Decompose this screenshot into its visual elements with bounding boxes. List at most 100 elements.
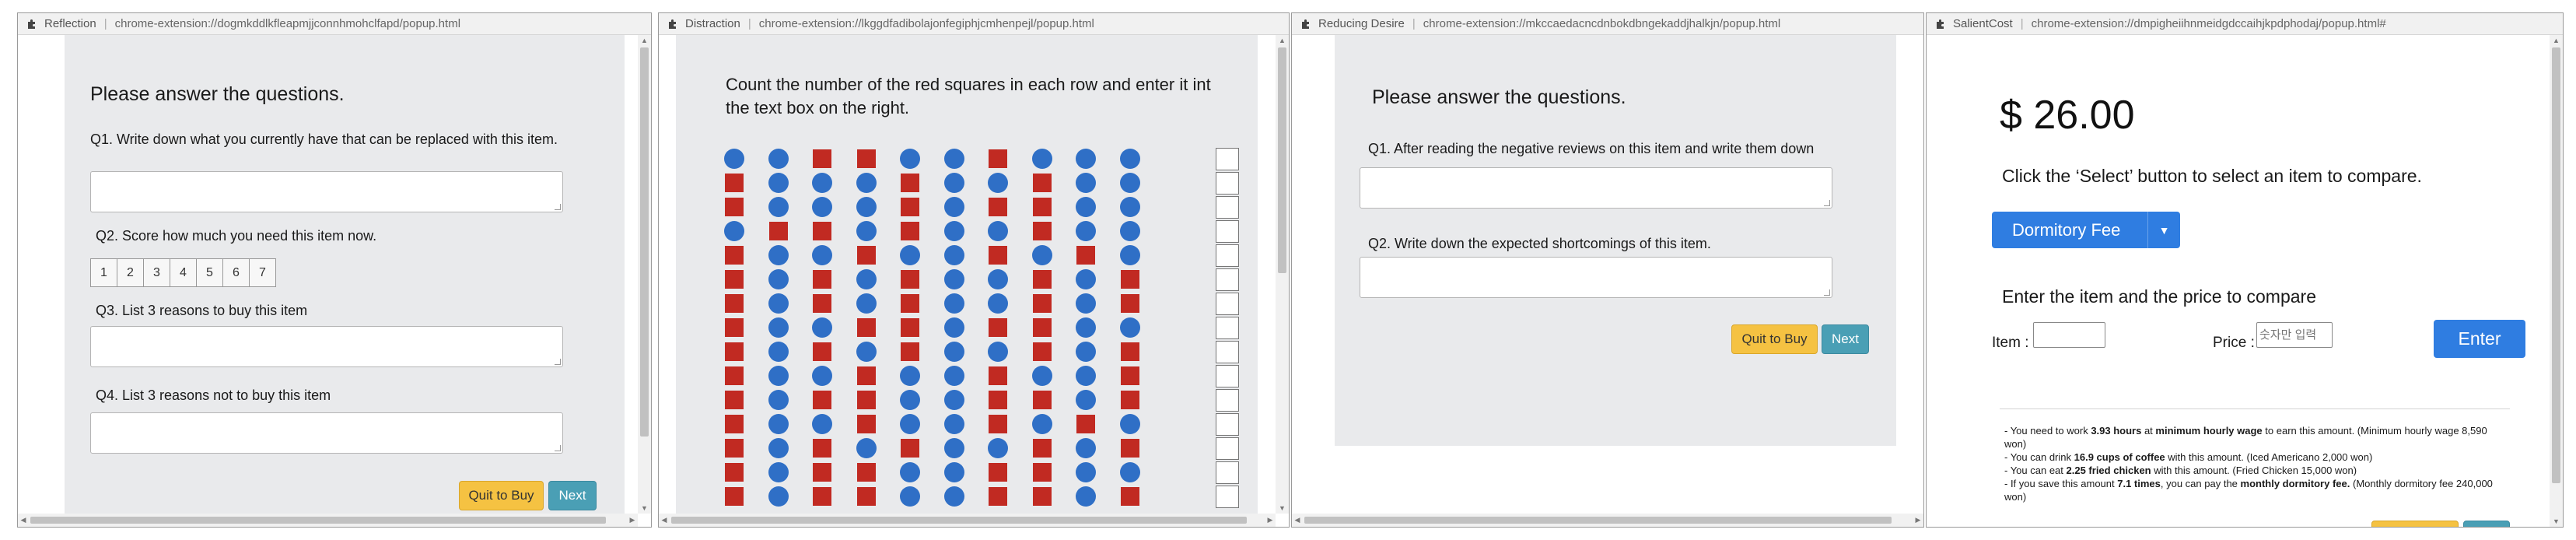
scrollbar-thumb[interactable]: [1278, 47, 1286, 273]
red-square: [725, 294, 744, 313]
blue-circle: [900, 390, 920, 410]
scroll-left-icon[interactable]: ◀: [18, 514, 29, 527]
score-option[interactable]: 1: [90, 258, 117, 287]
blue-circle: [1076, 197, 1096, 217]
scrollbar-thumb[interactable]: [2552, 47, 2560, 483]
row-count-input[interactable]: [1216, 486, 1239, 508]
scroll-right-icon[interactable]: ▶: [627, 514, 638, 527]
row-count-input[interactable]: [1216, 172, 1239, 195]
row-count-input[interactable]: [1216, 317, 1239, 339]
resize-grip[interactable]: [1824, 200, 1830, 206]
red-square: [1120, 366, 1139, 385]
window-url: chrome-extension://dogmkddlkfleapmjjconn…: [114, 17, 461, 30]
scroll-up-icon[interactable]: ▲: [1276, 35, 1289, 46]
row-count-input[interactable]: [1216, 461, 1239, 484]
horizontal-scrollbar[interactable]: ◀ ▶: [18, 514, 638, 527]
vertical-scrollbar[interactable]: ▲ ▼: [638, 35, 651, 514]
scroll-up-icon[interactable]: ▲: [2550, 35, 2563, 46]
red-square: [1032, 198, 1052, 216]
blue-circle: [856, 269, 877, 289]
compare-item-dropdown[interactable]: Dormitory Fee ▼: [1992, 212, 2180, 248]
question-4-input[interactable]: [90, 412, 563, 454]
vertical-scrollbar[interactable]: ▲ ▼: [2550, 35, 2563, 527]
vertical-scrollbar[interactable]: ▲ ▼: [1276, 35, 1289, 514]
score-option[interactable]: 2: [117, 258, 144, 287]
red-square: [813, 222, 831, 240]
resize-grip[interactable]: [1824, 289, 1830, 296]
scroll-right-icon[interactable]: ▶: [1913, 514, 1923, 527]
red-square: [901, 198, 919, 216]
row-count-input[interactable]: [1216, 148, 1239, 170]
row-count-input[interactable]: [1216, 268, 1239, 291]
item-input[interactable]: [2033, 322, 2105, 348]
resize-grip[interactable]: [555, 445, 561, 451]
row-count-input[interactable]: [1216, 437, 1239, 460]
enter-button[interactable]: Enter: [2434, 320, 2525, 358]
quit-to-buy-button[interactable]: Quit to Buy: [1731, 324, 1818, 354]
red-square: [856, 366, 876, 385]
scroll-left-icon[interactable]: ◀: [659, 514, 670, 527]
blue-circle: [812, 414, 832, 434]
next-button[interactable]: Next: [1822, 324, 1869, 354]
blue-circle: [943, 317, 964, 338]
price-input[interactable]: [2256, 322, 2333, 348]
scrollbar-thumb[interactable]: [671, 517, 1247, 524]
blue-circle: [768, 462, 789, 482]
row-count-input[interactable]: [1216, 196, 1239, 219]
red-square: [1120, 391, 1139, 409]
red-square: [813, 342, 831, 361]
score-option[interactable]: 7: [249, 258, 276, 287]
blue-circle: [988, 269, 1008, 289]
scrollbar-thumb[interactable]: [30, 517, 606, 524]
blue-circle: [1076, 269, 1096, 289]
partial-teal-button[interactable]: [2463, 521, 2510, 527]
question-1-input[interactable]: [1360, 167, 1832, 209]
scrollbar-thumb[interactable]: [640, 47, 649, 437]
chevron-down-icon[interactable]: ▼: [2147, 212, 2180, 248]
red-square: [989, 318, 1007, 337]
score-option[interactable]: 4: [170, 258, 197, 287]
next-button[interactable]: Next: [548, 481, 597, 510]
horizontal-scrollbar[interactable]: ◀ ▶: [1292, 514, 1923, 527]
blue-circle: [768, 293, 789, 314]
partial-yellow-button[interactable]: [2371, 521, 2459, 527]
blue-circle: [1076, 462, 1096, 482]
scrollbar-thumb[interactable]: [1304, 517, 1892, 524]
scroll-down-icon[interactable]: ▼: [638, 503, 651, 514]
blue-circle: [812, 197, 832, 217]
blue-circle: [943, 197, 964, 217]
row-count-input[interactable]: [1216, 389, 1239, 412]
blue-circle: [943, 293, 964, 314]
blue-circle: [812, 317, 832, 338]
scroll-down-icon[interactable]: ▼: [2550, 516, 2563, 527]
row-count-input[interactable]: [1216, 413, 1239, 436]
row-count-input[interactable]: [1216, 244, 1239, 267]
scroll-up-icon[interactable]: ▲: [638, 35, 651, 46]
scroll-left-icon[interactable]: ◀: [1292, 514, 1303, 527]
score-option[interactable]: 3: [143, 258, 170, 287]
row-count-input[interactable]: [1216, 293, 1239, 315]
red-square: [1032, 222, 1052, 240]
row-count-input[interactable]: [1216, 220, 1239, 243]
question-2-input[interactable]: [1360, 257, 1832, 298]
quit-to-buy-button[interactable]: Quit to Buy: [459, 481, 544, 510]
blue-circle: [768, 366, 789, 386]
red-square: [813, 270, 831, 289]
horizontal-scrollbar[interactable]: ◀ ▶: [659, 514, 1276, 527]
resize-grip[interactable]: [555, 359, 561, 365]
scroll-down-icon[interactable]: ▼: [1276, 503, 1289, 514]
row-count-input[interactable]: [1216, 341, 1239, 363]
question-1-input[interactable]: [90, 171, 563, 212]
blue-circle: [768, 317, 789, 338]
question-3-input[interactable]: [90, 326, 563, 367]
row-count-input[interactable]: [1216, 365, 1239, 387]
blue-circle: [856, 293, 877, 314]
resize-grip[interactable]: [555, 204, 561, 210]
cost-comparison-item: - If you save this amount 7.1 times, you…: [2004, 478, 2493, 503]
blue-circle: [1119, 245, 1140, 265]
blue-circle: [856, 221, 877, 241]
scroll-right-icon[interactable]: ▶: [1265, 514, 1276, 527]
score-option[interactable]: 5: [196, 258, 223, 287]
red-square: [725, 270, 744, 289]
score-option[interactable]: 6: [222, 258, 250, 287]
